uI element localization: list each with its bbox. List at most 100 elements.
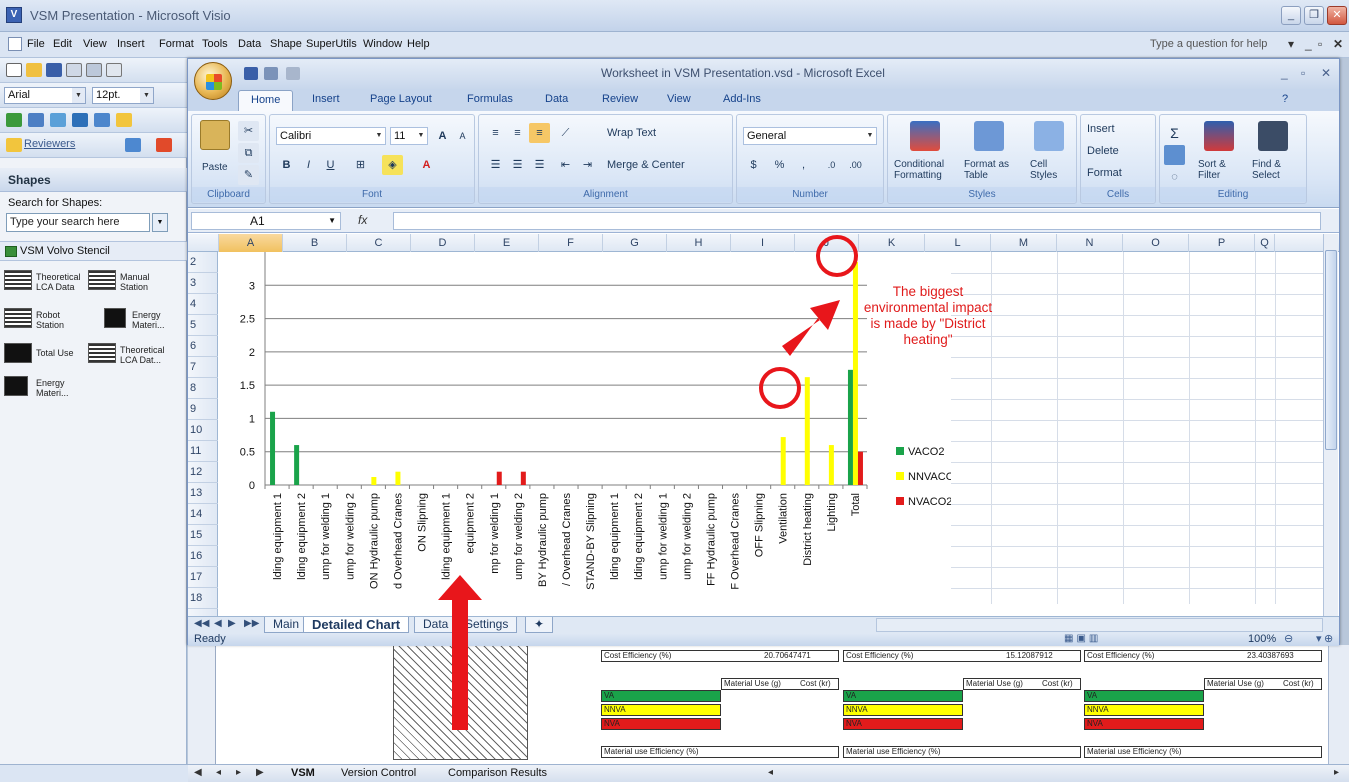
chevron-down-icon[interactable]: ▼ — [72, 88, 85, 103]
align-center-icon[interactable]: ☰ — [507, 155, 528, 175]
insert-cells-button[interactable]: Insert — [1087, 123, 1115, 135]
sheet-tab-data[interactable]: Data — [414, 617, 458, 633]
close-button[interactable]: ✕ — [1327, 6, 1347, 25]
format-painter-icon[interactable]: ✎ — [238, 165, 259, 185]
align-middle-icon[interactable]: ≡ — [507, 123, 528, 143]
page-nav-prev-icon[interactable]: ◂ — [216, 767, 221, 778]
tab-insert[interactable]: Insert — [312, 93, 340, 105]
cut-icon[interactable]: ✂ — [238, 121, 259, 141]
row-header-13[interactable]: 13 — [188, 483, 218, 504]
currency-icon[interactable]: $ — [743, 155, 764, 175]
menu-format[interactable]: Format — [159, 38, 194, 50]
help-icon[interactable]: ? — [1282, 93, 1288, 105]
column-header-g[interactable]: G — [603, 234, 667, 252]
column-header-j[interactable]: J — [795, 234, 859, 252]
chevron-down-icon[interactable]: ▼ — [864, 128, 876, 144]
grow-font-icon[interactable]: A — [432, 126, 453, 146]
sheet-tab-main[interactable]: Main — [264, 617, 309, 633]
column-header-m[interactable]: M — [991, 234, 1057, 252]
column-header-e[interactable]: E — [475, 234, 539, 252]
sheet-nav-next-icon[interactable]: ▶ — [228, 618, 236, 629]
menu-help[interactable]: Help — [407, 38, 430, 50]
menu-file[interactable]: File — [27, 38, 45, 50]
view-buttons[interactable]: ▦▣▥ — [1064, 633, 1101, 645]
font-size-combo[interactable]: 12pt. ▼ — [92, 87, 154, 104]
formula-input[interactable] — [393, 212, 1321, 230]
visio-doc-icon[interactable] — [8, 37, 22, 51]
column-header-k[interactable]: K — [859, 234, 925, 252]
excel-minimize-button[interactable]: _ — [1281, 66, 1288, 80]
number-format-field[interactable]: General ▼ — [743, 127, 877, 145]
row-header-11[interactable]: 11 — [188, 441, 218, 462]
align-left-icon[interactable]: ☰ — [485, 155, 506, 175]
menu-shape[interactable]: Shape — [270, 38, 302, 50]
bold-icon[interactable]: B — [276, 155, 297, 175]
new-icon[interactable] — [6, 63, 22, 77]
excel-close-button[interactable]: ✕ — [1321, 66, 1331, 80]
comment-icon[interactable] — [6, 138, 22, 152]
print-preview-icon[interactable] — [86, 63, 102, 77]
row-header-6[interactable]: 6 — [188, 336, 218, 357]
row-header-3[interactable]: 3 — [188, 273, 218, 294]
conditional-formatting-icon[interactable] — [910, 121, 940, 151]
merge-center-button[interactable]: Merge & Center — [607, 159, 685, 171]
cell-styles-icon[interactable] — [1034, 121, 1064, 151]
menu-tools[interactable]: Tools — [202, 38, 228, 50]
container-icon[interactable] — [94, 113, 110, 127]
zoom-in-icon[interactable]: ⊕ — [1324, 633, 1333, 645]
column-header-l[interactable]: L — [925, 234, 991, 252]
font-size-field[interactable]: 11 ▼ — [390, 127, 428, 145]
cell-styles-button[interactable]: Cell Styles — [1030, 159, 1072, 181]
row-header-17[interactable]: 17 — [188, 567, 218, 588]
column-header-q[interactable]: Q — [1255, 234, 1275, 252]
excel-vertical-scrollbar[interactable] — [1323, 234, 1338, 616]
play-icon[interactable] — [6, 113, 22, 127]
font-name-field[interactable]: Calibri ▼ — [276, 127, 386, 145]
fx-icon[interactable]: fx — [358, 213, 367, 227]
connector-icon[interactable] — [50, 113, 66, 127]
row-header-7[interactable]: 7 — [188, 357, 218, 378]
hscroll-left-icon[interactable]: ◂ — [768, 767, 773, 778]
underline-icon[interactable]: U — [320, 155, 341, 175]
clear-icon[interactable]: ◌ — [1164, 167, 1185, 187]
chevron-down-icon[interactable]: ▼ — [140, 88, 153, 103]
font-color-icon[interactable]: A — [416, 155, 437, 175]
paste-icon[interactable] — [200, 120, 230, 150]
help-dropdown-icon[interactable]: ▾ — [1288, 37, 1294, 51]
chart[interactable]: 0 0.5 1 1.5 2 2.5 3 lding equipment 1 lding equi… — [219, 252, 951, 606]
stencil-header[interactable]: VSM Volvo Stencil — [0, 241, 187, 261]
reviewers-dropdown[interactable]: Reviewers — [24, 138, 75, 150]
row-header-16[interactable]: 16 — [188, 546, 218, 567]
column-header-c[interactable]: C — [347, 234, 411, 252]
page-nav-next-icon[interactable]: ▸ — [236, 767, 241, 778]
fill-icon[interactable] — [1164, 145, 1185, 165]
sheet-nav-first-icon[interactable]: ◀◀ — [194, 618, 209, 629]
save-icon[interactable] — [244, 67, 258, 80]
shape-tool-icon[interactable] — [28, 113, 44, 127]
excel-horizontal-scrollbar[interactable] — [876, 618, 1323, 632]
comma-icon[interactable]: , — [793, 155, 814, 175]
find-select-button[interactable]: Find & Select — [1252, 159, 1302, 181]
column-header-o[interactable]: O — [1123, 234, 1189, 252]
menu-data[interactable]: Data — [238, 38, 261, 50]
zoom-level[interactable]: 100% — [1248, 633, 1276, 645]
minimize-button[interactable]: _ — [1281, 6, 1301, 25]
format-cells-button[interactable]: Format — [1087, 167, 1122, 179]
doc-minimize-button[interactable]: _ — [1305, 37, 1312, 51]
italic-icon[interactable]: I — [298, 155, 319, 175]
align-right-icon[interactable]: ☰ — [529, 155, 550, 175]
row-header-2[interactable]: 2 — [188, 252, 218, 273]
chevron-down-icon[interactable]: ▼ — [328, 213, 336, 229]
row-header-10[interactable]: 10 — [188, 420, 218, 441]
menu-edit[interactable]: Edit — [53, 38, 72, 50]
undo-icon[interactable] — [264, 67, 278, 80]
menu-window[interactable]: Window — [363, 38, 402, 50]
tab-add-ins[interactable]: Add-Ins — [723, 93, 761, 105]
tab-formulas[interactable]: Formulas — [467, 93, 513, 105]
select-all-corner[interactable] — [188, 234, 219, 252]
column-header-i[interactable]: I — [731, 234, 795, 252]
page-nav-last-icon[interactable]: ▶ — [256, 767, 264, 778]
visio-app-icon[interactable]: V — [6, 7, 22, 23]
chevron-down-icon[interactable]: ▼ — [415, 128, 427, 144]
print-icon[interactable] — [66, 63, 82, 77]
